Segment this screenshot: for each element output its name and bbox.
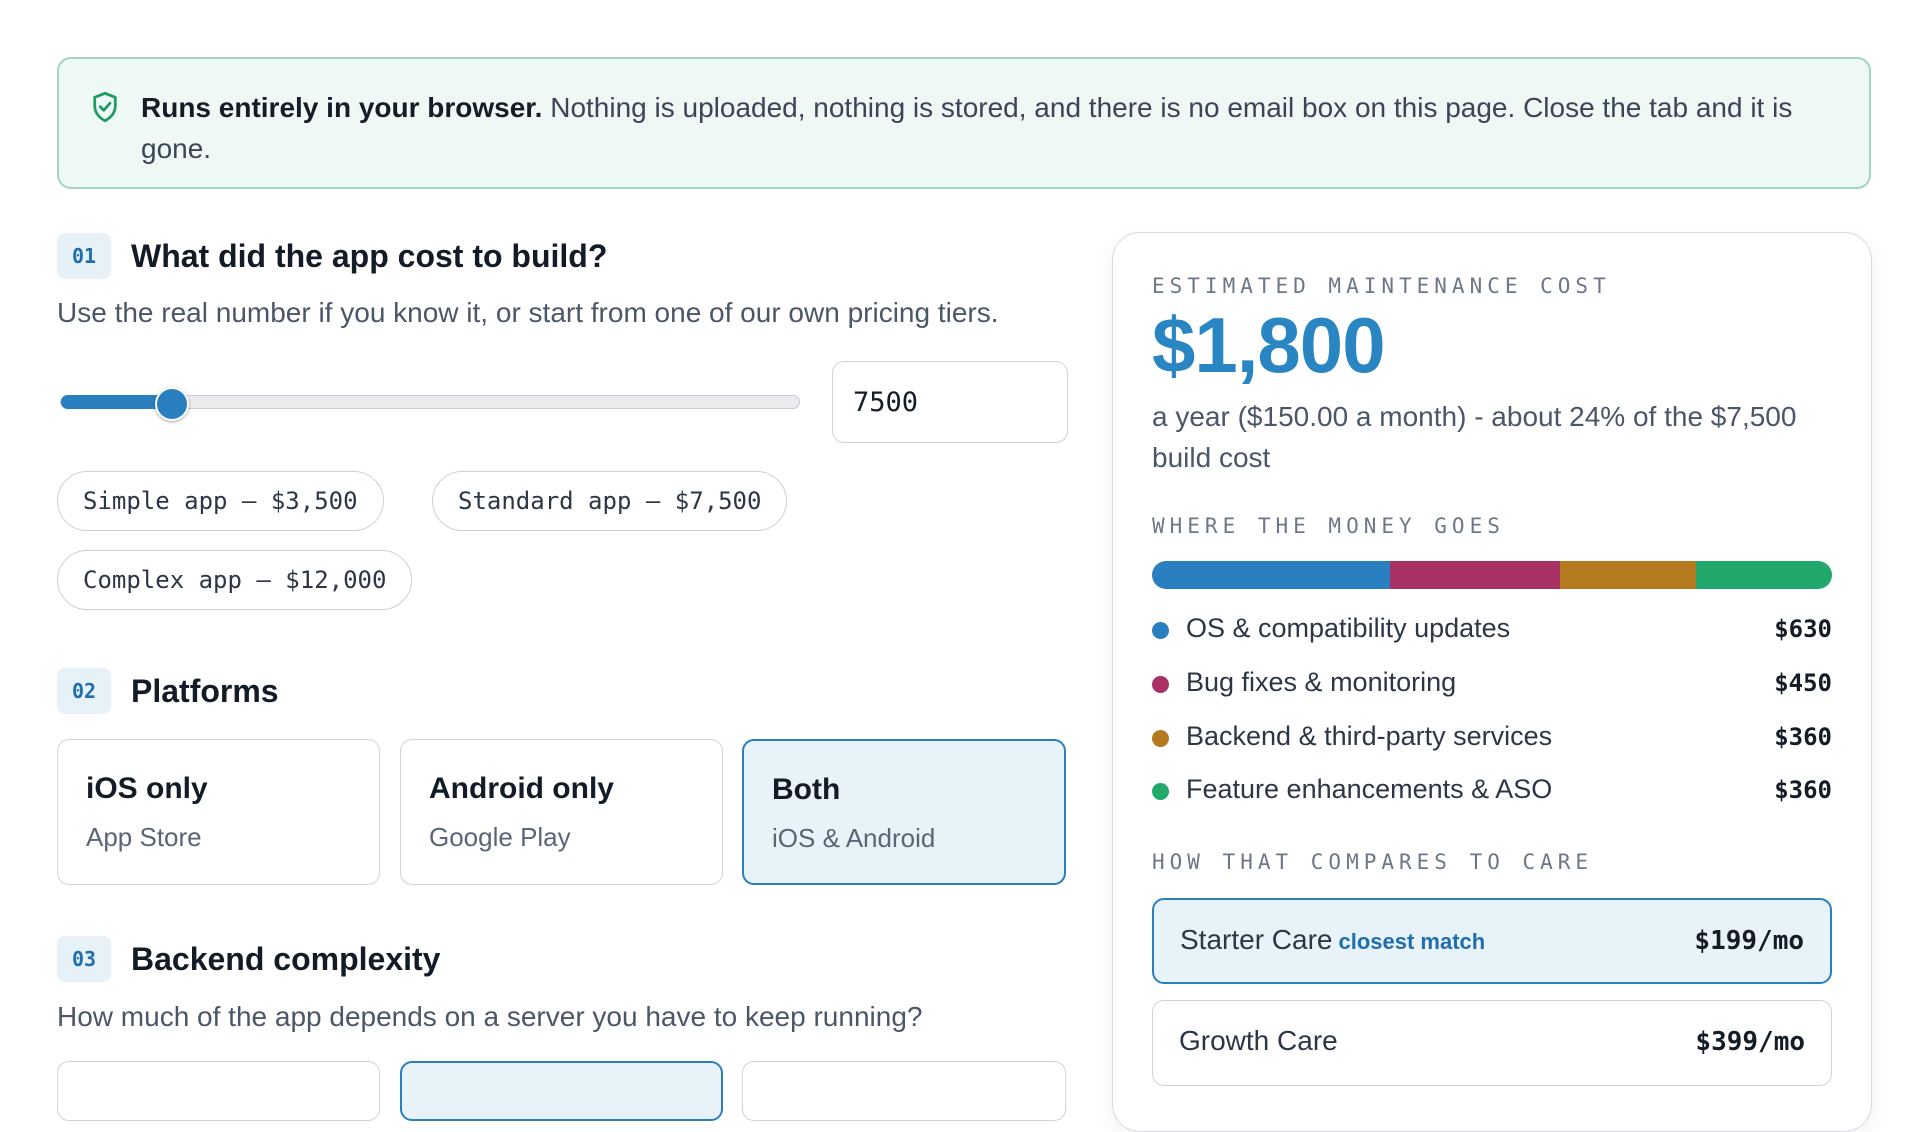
breakdown-amount: $450: [1774, 669, 1832, 697]
legend-dot: [1152, 676, 1169, 693]
shield-check-icon: [93, 91, 117, 123]
care-plan-name: Growth Care: [1179, 1025, 1338, 1056]
care-plan-starter[interactable]: Starter Care closest match $199/mo: [1152, 898, 1832, 984]
step-description-build-cost: Use the real number if you know it, or s…: [57, 297, 999, 328]
platform-option-subtitle: iOS & Android: [772, 823, 936, 853]
platform-option-title: Android only: [429, 772, 614, 805]
preset-complex-app-button[interactable]: Complex app — $12,000: [57, 550, 413, 610]
annual-cost-total: $1,800: [1152, 301, 1386, 389]
backend-option-1[interactable]: [57, 1061, 380, 1121]
annual-cost-summary: a year ($150.00 a month) - about 24% of …: [1152, 401, 1797, 473]
care-plan-name-wrap: Starter Care closest match: [1180, 924, 1485, 956]
backend-option-3[interactable]: [742, 1061, 1066, 1121]
bar-segment-bug-fixes: [1390, 561, 1561, 589]
breakdown-label: OS & compatibility updates: [1186, 613, 1511, 643]
backend-option-2[interactable]: [400, 1061, 723, 1121]
estimate-kicker: ESTIMATED MAINTENANCE COST: [1152, 274, 1611, 298]
platform-option-title: Both: [772, 773, 841, 806]
breakdown-row-os-updates: OS & compatibility updates $630: [1152, 610, 1832, 650]
step-number-1: 01: [57, 233, 111, 279]
bar-segment-os-updates: [1152, 561, 1391, 589]
breakdown-amount: $630: [1774, 615, 1832, 643]
care-plan-growth[interactable]: Growth Care $399/mo: [1152, 1000, 1832, 1086]
privacy-notice: Runs entirely in your browser. Nothing i…: [57, 57, 1871, 189]
bar-segment-backend: [1560, 561, 1697, 589]
legend-dot: [1152, 730, 1169, 747]
platform-option-ios[interactable]: iOS only App Store: [57, 739, 380, 885]
step-description-backend: How much of the app depends on a server …: [57, 1001, 923, 1032]
step-title-platforms: Platforms: [131, 673, 279, 709]
care-plan-name: Starter Care: [1180, 924, 1333, 955]
preset-standard-app-button[interactable]: Standard app — $7,500: [432, 471, 788, 531]
breakdown-kicker: WHERE THE MONEY GOES: [1152, 514, 1505, 538]
care-plan-price: $399/mo: [1695, 1027, 1805, 1057]
breakdown-amount: $360: [1774, 723, 1832, 751]
platform-option-title: iOS only: [86, 772, 208, 805]
breakdown-label: Bug fixes & monitoring: [1186, 667, 1457, 697]
platform-option-android[interactable]: Android only Google Play: [400, 739, 723, 885]
notice-text: Runs entirely in your browser. Nothing i…: [141, 87, 1809, 169]
breakdown-row-backend: Backend & third-party services $360: [1152, 718, 1832, 758]
breakdown-row-features: Feature enhancements & ASO $360: [1152, 771, 1832, 811]
platform-option-subtitle: Google Play: [429, 822, 571, 852]
step-number-2: 02: [57, 668, 111, 714]
platform-option-both[interactable]: Both iOS & Android: [742, 739, 1066, 885]
breakdown-label: Feature enhancements & ASO: [1186, 774, 1553, 804]
cost-breakdown-bar: [1152, 561, 1832, 589]
step-number-3: 03: [57, 936, 111, 982]
build-cost-input[interactable]: 7500: [832, 361, 1068, 443]
compare-kicker: HOW THAT COMPARES TO CARE: [1152, 850, 1594, 874]
legend-dot: [1152, 783, 1169, 800]
bar-segment-features: [1696, 561, 1832, 589]
slider-thumb[interactable]: [155, 387, 189, 421]
breakdown-amount: $360: [1774, 776, 1832, 804]
care-plan-price: $199/mo: [1694, 926, 1804, 956]
breakdown-label: Backend & third-party services: [1186, 721, 1553, 751]
notice-strong: Runs entirely in your browser.: [141, 92, 543, 123]
platform-option-subtitle: App Store: [86, 822, 202, 852]
breakdown-row-bug-fixes: Bug fixes & monitoring $450: [1152, 664, 1832, 704]
legend-dot: [1152, 622, 1169, 639]
step-title-build-cost: What did the app cost to build?: [131, 238, 608, 274]
closest-match-tag: closest match: [1338, 929, 1486, 954]
preset-simple-app-button[interactable]: Simple app — $3,500: [57, 471, 384, 531]
step-title-backend: Backend complexity: [131, 941, 441, 977]
